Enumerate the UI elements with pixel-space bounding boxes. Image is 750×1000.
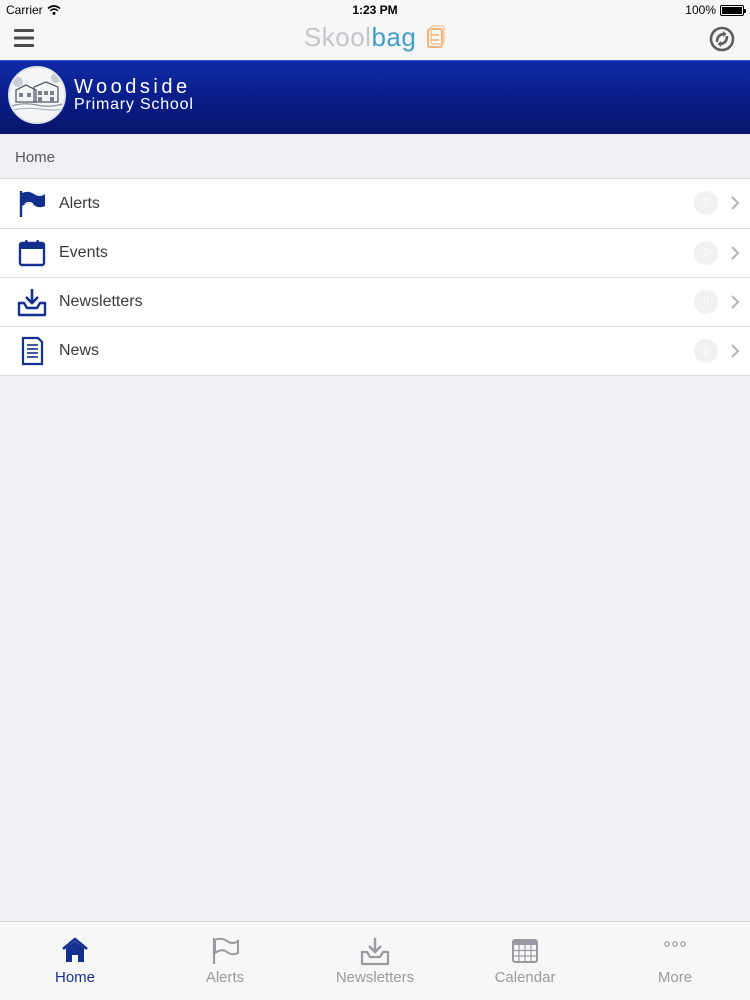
home-menu-list: Alerts 0 Events 0 Newsletters 0 News 0 — [0, 178, 750, 376]
battery-indicator: 100% — [685, 3, 746, 17]
chevron-right-icon — [731, 344, 740, 358]
menu-item-alerts[interactable]: Alerts 0 — [0, 179, 750, 228]
calendar-icon — [17, 238, 47, 268]
brand-logo: Skoolbag — [0, 22, 750, 53]
count-badge: 0 — [694, 339, 718, 363]
home-icon — [0, 936, 150, 966]
status-bar: Carrier 1:23 PM 100% — [0, 0, 750, 20]
sync-button[interactable] — [708, 25, 736, 53]
count-badge: 0 — [694, 290, 718, 314]
count-badge: 0 — [694, 241, 718, 265]
tab-alerts[interactable]: Alerts — [150, 922, 300, 1000]
school-banner: Woodside Primary School — [0, 60, 750, 134]
more-dots-icon — [600, 936, 750, 966]
menu-item-news[interactable]: News 0 — [0, 326, 750, 375]
menu-item-label: Newsletters — [59, 293, 143, 310]
tab-bar: Home Alerts Newsletters Calendar More — [0, 921, 750, 1000]
chevron-right-icon — [731, 295, 740, 309]
books-icon — [427, 25, 445, 48]
menu-item-label: Alerts — [59, 194, 100, 212]
menu-item-newsletters[interactable]: Newsletters 0 — [0, 277, 750, 326]
tab-label: Alerts — [205, 969, 245, 986]
tab-label: Calendar — [494, 969, 556, 986]
inbox-download-icon — [17, 287, 47, 317]
chevron-right-icon — [731, 196, 740, 210]
brand-text-light: Skool — [303, 22, 372, 52]
menu-item-events[interactable]: Events 0 — [0, 228, 750, 277]
calendar-grid-icon — [450, 936, 600, 966]
school-subtitle: Primary School — [74, 96, 194, 113]
menu-item-label: Events — [59, 244, 108, 261]
inbox-download-icon — [300, 936, 450, 966]
count-badge: 0 — [694, 191, 718, 215]
flag-icon — [17, 189, 47, 219]
school-crest-image — [8, 66, 66, 124]
battery-icon — [720, 4, 746, 16]
tab-label: Newsletters — [335, 969, 415, 986]
document-icon — [17, 336, 47, 366]
tab-label: More — [657, 969, 693, 986]
tab-more[interactable]: More — [600, 922, 750, 1000]
menu-item-label: News — [59, 342, 100, 359]
tab-home[interactable]: Home — [0, 922, 150, 1000]
chevron-right-icon — [731, 246, 740, 260]
status-time: 1:23 PM — [352, 3, 398, 17]
sync-icon — [709, 26, 735, 52]
nav-bar: Skoolbag — [0, 20, 750, 60]
breadcrumb: Home — [15, 149, 56, 166]
battery-percent: 100% — [685, 3, 716, 17]
tab-newsletters[interactable]: Newsletters — [300, 922, 450, 1000]
tab-label: Home — [54, 969, 95, 986]
brand-text-accent: bag — [371, 22, 417, 52]
tab-calendar[interactable]: Calendar — [450, 922, 600, 1000]
flag-icon — [150, 936, 300, 966]
